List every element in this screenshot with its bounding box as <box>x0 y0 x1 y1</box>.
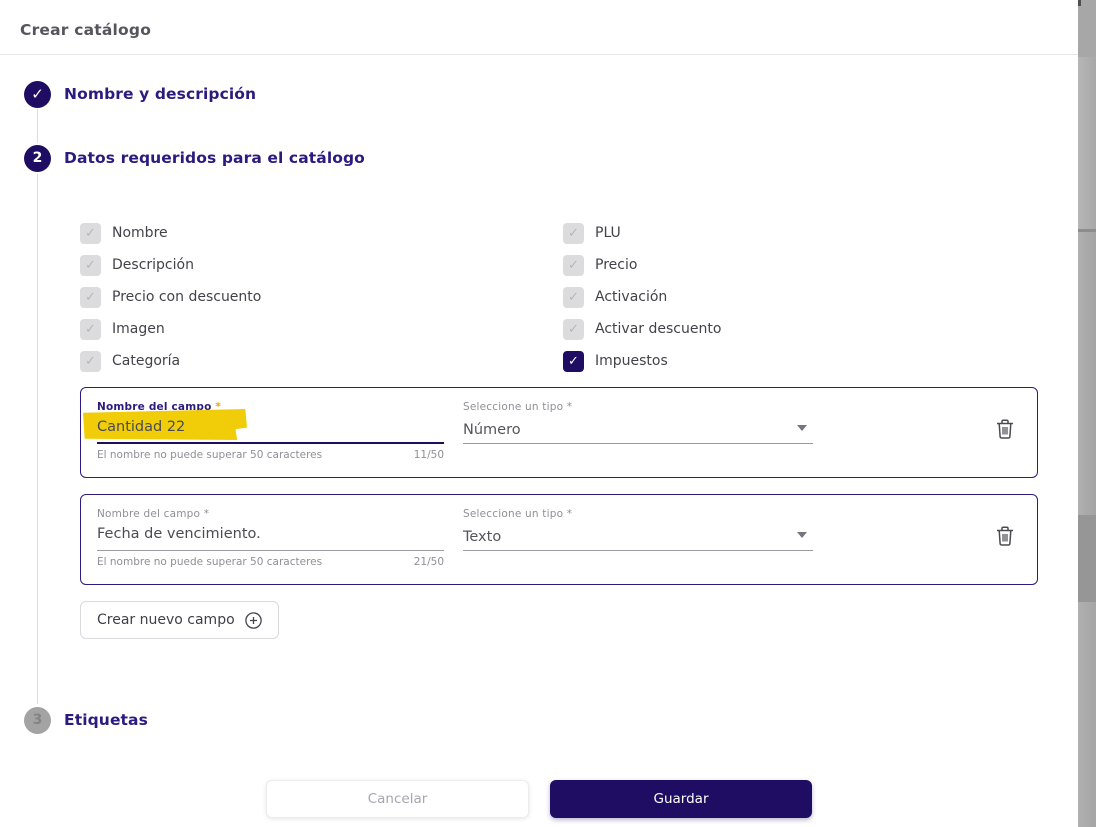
stepper: ✓ Nombre y descripción 2 Datos requerido… <box>0 55 1078 734</box>
checkbox-box: ✓ <box>80 318 101 340</box>
background-band <box>1078 602 1096 827</box>
checkbox-impuestos[interactable]: ✓ Impuestos <box>563 345 1040 377</box>
field-helper-row: El nombre no puede superar 50 caracteres… <box>97 449 444 461</box>
delete-field-button[interactable] <box>995 525 1015 547</box>
trash-icon <box>997 419 1013 439</box>
checkbox-plu: ✓ PLU <box>563 217 1040 249</box>
check-icon: ✓ <box>568 353 579 369</box>
custom-fields-list: Nombre del campo * Cantidad 22 El nombre… <box>80 387 1040 639</box>
checkbox-box: ✓ <box>80 254 101 276</box>
char-counter: 11/50 <box>413 449 444 461</box>
field-type-select[interactable]: Seleccione un tipo * Texto <box>463 508 813 584</box>
checkbox-categoria: ✓ Categoría <box>80 345 563 377</box>
check-icon: ✓ <box>31 84 44 103</box>
background-page-strip <box>1078 0 1096 827</box>
checkbox-box: ✓ <box>563 318 584 340</box>
modal-header: Crear catálogo <box>0 0 1078 55</box>
required-asterisk: * <box>203 508 210 520</box>
step-2-datos-requeridos[interactable]: 2 Datos requeridos para el catálogo <box>24 144 1040 172</box>
field-type-value-line[interactable]: Texto <box>463 524 813 551</box>
background-band <box>1078 0 1096 57</box>
chevron-down-icon <box>797 425 807 431</box>
checkbox-precio-con-descuento: ✓ Precio con descuento <box>80 281 563 313</box>
background-band <box>1078 515 1096 602</box>
trash-icon <box>997 526 1013 546</box>
required-asterisk: * <box>566 401 573 413</box>
background-band <box>1078 232 1096 515</box>
checkbox-descripcion: ✓ Descripción <box>80 249 563 281</box>
step-2-content: ✓ Nombre ✓ Descripción ✓ Precio con desc… <box>80 217 1040 639</box>
checkbox-box: ✓ <box>563 286 584 308</box>
field-type-label: Seleccione un tipo * <box>463 508 573 520</box>
checkbox-box: ✓ <box>563 254 584 276</box>
checkbox-box: ✓ <box>80 286 101 308</box>
step-1-label: Nombre y descripción <box>64 85 257 103</box>
field-name-label: Nombre del campo * <box>97 508 210 520</box>
stepper-connector-2 <box>37 174 38 704</box>
check-icon: ✓ <box>85 225 96 241</box>
step-2-circle: 2 <box>24 144 51 172</box>
helper-text: El nombre no puede superar 50 caracteres <box>97 449 323 461</box>
stepper-connector-1 <box>37 109 38 143</box>
delete-field-button[interactable] <box>995 418 1015 440</box>
field-name-input[interactable]: Cantidad 22 <box>83 409 444 444</box>
create-new-field-button[interactable]: Crear nuevo campo <box>80 601 279 639</box>
checkbox-column-right: ✓ PLU ✓ Precio ✓ Activación ✓ Activar de… <box>563 217 1040 377</box>
required-asterisk: * <box>566 508 573 520</box>
checkbox-box: ✓ <box>563 222 584 244</box>
check-icon: ✓ <box>568 225 579 241</box>
checkbox-column-left: ✓ Nombre ✓ Descripción ✓ Precio con desc… <box>80 217 563 377</box>
modal-footer: Cancelar Guardar <box>0 780 1078 818</box>
field-name-group: Nombre del campo * Fecha de vencimiento.… <box>97 508 444 584</box>
check-icon: ✓ <box>85 353 96 369</box>
checkbox-box: ✓ <box>80 350 101 372</box>
checkbox-activar-descuento: ✓ Activar descuento <box>563 313 1040 345</box>
step-1-circle: ✓ <box>24 80 51 108</box>
custom-field-card-2: Nombre del campo * Fecha de vencimiento.… <box>80 494 1038 585</box>
check-icon: ✓ <box>85 289 96 305</box>
checkbox-nombre: ✓ Nombre <box>80 217 563 249</box>
field-name-label: Nombre del campo * <box>97 401 222 413</box>
char-counter: 21/50 <box>413 556 444 568</box>
modal-title: Crear catálogo <box>20 21 152 39</box>
plus-circle-icon <box>244 611 262 629</box>
check-icon: ✓ <box>85 321 96 337</box>
save-button[interactable]: Guardar <box>550 780 812 818</box>
step-3-circle: 3 <box>24 706 51 734</box>
check-icon: ✓ <box>568 257 579 273</box>
scrollbar-thumb[interactable] <box>1078 0 1081 6</box>
field-type-label: Seleccione un tipo * <box>463 401 573 413</box>
field-type-value-line[interactable]: Número <box>463 417 813 444</box>
checkbox-box[interactable]: ✓ <box>563 350 584 372</box>
step-1-nombre-descripcion[interactable]: ✓ Nombre y descripción <box>24 80 1040 108</box>
checkbox-activacion: ✓ Activación <box>563 281 1040 313</box>
helper-text: El nombre no puede superar 50 caracteres <box>97 556 323 568</box>
required-data-checkbox-grid: ✓ Nombre ✓ Descripción ✓ Precio con desc… <box>80 217 1040 377</box>
create-catalog-modal: Crear catálogo ✓ Nombre y descripción 2 … <box>0 0 1078 827</box>
check-icon: ✓ <box>85 257 96 273</box>
chevron-down-icon <box>797 532 807 538</box>
background-band <box>1078 57 1096 229</box>
field-name-group: Nombre del campo * Cantidad 22 El nombre… <box>83 401 444 477</box>
step-3-etiquetas[interactable]: 3 Etiquetas <box>24 706 1040 734</box>
checkbox-precio: ✓ Precio <box>563 249 1040 281</box>
step-2-label: Datos requeridos para el catálogo <box>64 149 365 167</box>
cancel-button[interactable]: Cancelar <box>266 780 529 818</box>
field-name-input[interactable]: Fecha de vencimiento. <box>97 524 444 551</box>
check-icon: ✓ <box>568 321 579 337</box>
field-helper-row: El nombre no puede superar 50 caracteres… <box>97 556 444 568</box>
check-icon: ✓ <box>568 289 579 305</box>
field-type-select[interactable]: Seleccione un tipo * Número <box>463 401 813 477</box>
step-3-label: Etiquetas <box>64 711 148 729</box>
checkbox-box: ✓ <box>80 222 101 244</box>
checkbox-imagen: ✓ Imagen <box>80 313 563 345</box>
custom-field-card-1: Nombre del campo * Cantidad 22 El nombre… <box>80 387 1038 478</box>
